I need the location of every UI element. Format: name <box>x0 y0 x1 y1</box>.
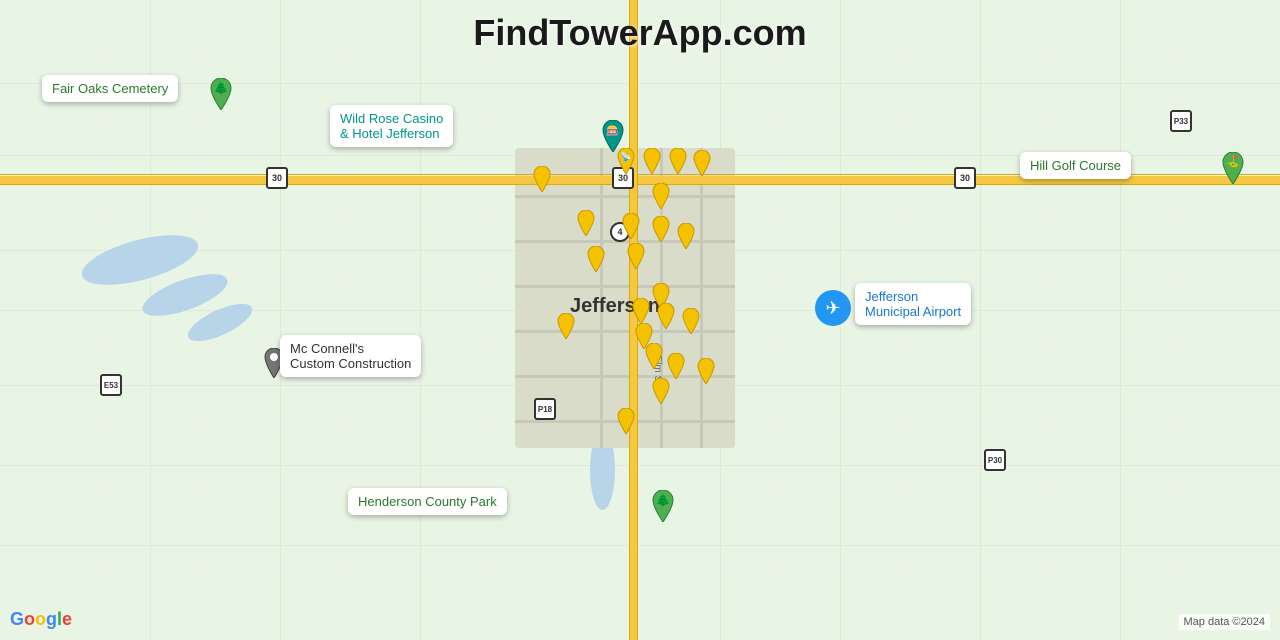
airport-label: JeffersonMunicipal Airport <box>855 283 971 325</box>
grid-road <box>0 120 1280 121</box>
grid-road <box>0 83 1280 84</box>
henderson-park-label: Henderson County Park <box>348 488 507 515</box>
google-logo: Google <box>10 609 72 630</box>
tower-marker[interactable] <box>651 378 671 409</box>
tower-marker[interactable] <box>681 308 701 339</box>
svg-text:⛳: ⛳ <box>1226 155 1241 169</box>
grid-road <box>770 0 771 640</box>
road-shield-us30-east: 30 <box>954 167 976 189</box>
svg-text:📡: 📡 <box>620 151 631 162</box>
site-title: FindTowerApp.com <box>473 12 806 54</box>
grid-road <box>0 490 1280 491</box>
tower-marker[interactable]: 📡 <box>616 148 636 179</box>
road-shield-p18: P18 <box>534 398 556 420</box>
tower-marker[interactable] <box>696 358 716 389</box>
tower-marker[interactable] <box>651 183 671 214</box>
grid-road <box>0 560 1280 561</box>
road-shield-p30: P30 <box>984 449 1006 471</box>
tower-marker[interactable] <box>532 166 552 197</box>
road-shield-e53: E53 <box>100 374 122 396</box>
svg-text:🌲: 🌲 <box>656 493 671 507</box>
wild-rose-casino-label: Wild Rose Casino& Hotel Jefferson <box>330 105 453 147</box>
map-attribution: Map data ©2024 <box>1179 614 1271 630</box>
tower-marker[interactable] <box>576 210 596 241</box>
henderson-park-marker[interactable]: 🌲 <box>650 490 676 527</box>
city-street <box>515 330 735 333</box>
fair-oaks-cemetery-marker[interactable]: 🌲 <box>208 78 234 115</box>
tower-marker[interactable] <box>616 408 636 439</box>
city-street <box>515 285 735 288</box>
tower-marker[interactable] <box>692 150 712 181</box>
grid-road <box>480 0 481 640</box>
grid-road <box>0 545 1280 546</box>
tower-marker[interactable] <box>644 343 664 374</box>
tower-marker[interactable] <box>556 313 576 344</box>
tower-marker[interactable] <box>626 243 646 274</box>
fair-oaks-cemetery-label: Fair Oaks Cemetery <box>42 75 178 102</box>
grid-road <box>1050 0 1051 640</box>
road-shield-p33: P33 <box>1170 110 1192 132</box>
grid-road <box>1120 0 1121 640</box>
grid-road <box>280 0 281 640</box>
grid-road <box>1180 0 1181 640</box>
grid-road <box>0 60 1280 61</box>
hill-golf-course-marker[interactable]: ⛳ <box>1220 152 1246 189</box>
tower-marker[interactable] <box>676 223 696 254</box>
tower-marker[interactable] <box>586 246 606 277</box>
tower-marker[interactable] <box>642 148 662 179</box>
tower-marker[interactable] <box>656 303 676 334</box>
svg-text:🌲: 🌲 <box>214 81 229 95</box>
highway-30-border <box>0 184 1280 185</box>
grid-road <box>350 0 351 640</box>
grid-road <box>0 465 1280 466</box>
mcconnells-label: Mc Connell'sCustom Construction <box>280 335 421 377</box>
hill-golf-course-label: Hill Golf Course <box>1020 152 1131 179</box>
grid-road <box>980 0 981 640</box>
grid-road <box>420 0 421 640</box>
airport-marker[interactable]: ✈ <box>815 290 851 326</box>
tower-marker[interactable] <box>621 213 641 244</box>
road-shield-us30-west: 30 <box>266 167 288 189</box>
tower-marker[interactable] <box>651 216 671 247</box>
svg-text:🎰: 🎰 <box>606 124 620 137</box>
tower-marker[interactable] <box>668 148 688 179</box>
city-street <box>700 148 703 448</box>
highway-v-border <box>629 0 630 640</box>
map-container: FindTowerApp.com Jefferson S Elm St 30 3… <box>0 0 1280 640</box>
